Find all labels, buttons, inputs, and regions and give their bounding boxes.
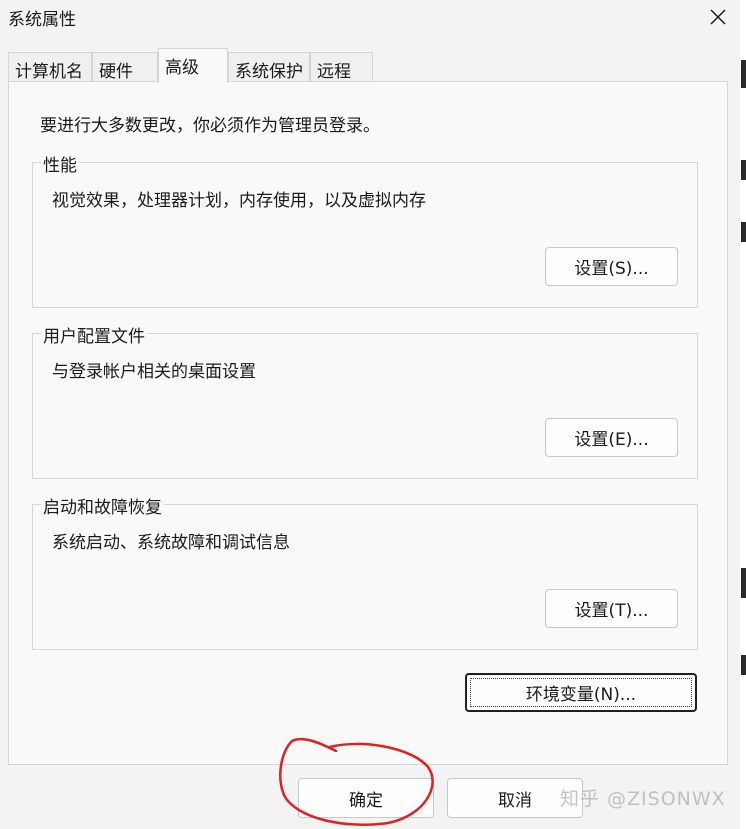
admin-notice: 要进行大多数更改，你必须作为管理员登录。: [40, 116, 380, 136]
button-label: 设置(S)...: [574, 259, 649, 279]
startup-recovery-group: 启动和故障恢复 系统启动、系统故障和调试信息 设置(T)...: [32, 493, 698, 650]
red-circle-annotation: [279, 737, 434, 826]
tab-label: 硬件: [99, 62, 133, 82]
user-profiles-title: 用户配置文件: [41, 322, 147, 347]
close-button[interactable]: [702, 2, 734, 32]
background-window-mark: [741, 655, 746, 675]
tab-label: 远程: [317, 62, 351, 82]
tab-label: 计算机名: [15, 62, 83, 82]
performance-description: 视觉效果，处理器计划，内存使用，以及虚拟内存: [52, 191, 426, 211]
window-title: 系统属性: [8, 10, 76, 30]
button-label: 取消: [498, 790, 532, 811]
button-label: 设置(E)...: [574, 430, 649, 450]
environment-variables-button[interactable]: 环境变量(N)...: [465, 673, 697, 712]
advanced-tab-panel: 要进行大多数更改，你必须作为管理员登录。 性能 视觉效果，处理器计划，内存使用，…: [8, 81, 728, 765]
startup-recovery-title: 启动和故障恢复: [41, 493, 164, 518]
tab-computer-name[interactable]: 计算机名: [8, 52, 92, 82]
background-window-mark: [741, 222, 746, 242]
close-icon: [710, 9, 726, 25]
tab-label: 高级: [165, 58, 199, 78]
background-window-mark: [741, 60, 746, 88]
background-window-mark: [741, 160, 746, 180]
focus-ring: [470, 678, 692, 707]
tab-label: 系统保护: [235, 62, 303, 82]
performance-group: 性能 视觉效果，处理器计划，内存使用，以及虚拟内存 设置(S)...: [32, 151, 698, 308]
background-window-mark: [741, 568, 746, 598]
startup-recovery-description: 系统启动、系统故障和调试信息: [52, 533, 290, 553]
startup-recovery-settings-button[interactable]: 设置(T)...: [545, 589, 678, 628]
performance-settings-button[interactable]: 设置(S)...: [545, 247, 678, 286]
title-bar: 系统属性: [0, 0, 740, 36]
background-window-edge: [740, 0, 746, 829]
user-profiles-group: 用户配置文件 与登录帐户相关的桌面设置 设置(E)...: [32, 322, 698, 479]
system-properties-window: 系统属性 计算机名 硬件 高级 系统保护 远程 要进行大多数更改，你必须作为管理…: [0, 0, 740, 829]
tab-system-protection[interactable]: 系统保护: [228, 52, 310, 82]
performance-title: 性能: [41, 151, 79, 176]
tab-advanced[interactable]: 高级: [158, 48, 228, 83]
button-label: 设置(T)...: [574, 601, 649, 621]
user-profiles-description: 与登录帐户相关的桌面设置: [52, 362, 256, 382]
tab-hardware[interactable]: 硬件: [92, 52, 158, 82]
user-profiles-settings-button[interactable]: 设置(E)...: [545, 418, 678, 457]
tab-remote[interactable]: 远程: [310, 52, 373, 82]
watermark: 知乎 @ZISONWX: [560, 788, 726, 810]
